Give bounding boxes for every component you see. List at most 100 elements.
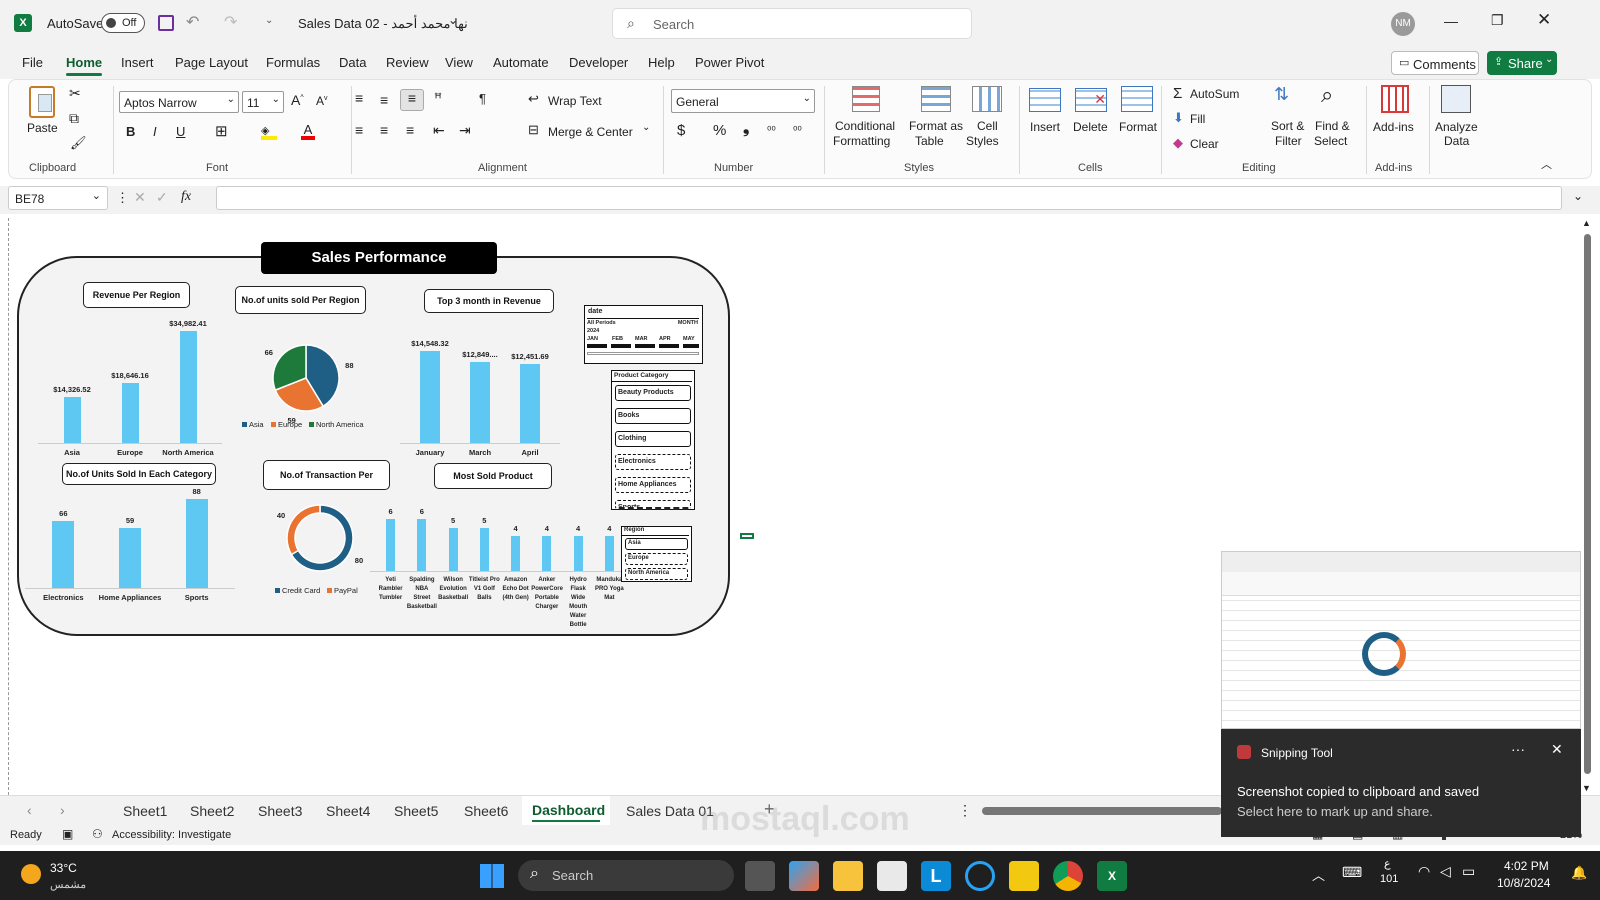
merge-center-button[interactable]: Merge & Center	[548, 125, 633, 139]
date-slicer-mode[interactable]: MONTH	[678, 320, 698, 326]
scroll-up-icon[interactable]: ▲	[1582, 218, 1591, 228]
conditional-formatting-label2[interactable]: Formatting	[833, 134, 890, 148]
timeline-bar[interactable]	[587, 344, 699, 348]
accessibility-icon[interactable]: ⚇	[92, 827, 103, 841]
month-mar[interactable]: MAR	[635, 336, 648, 342]
region-north-america[interactable]: North America	[625, 568, 688, 580]
tab-sheet1[interactable]: Sheet1	[123, 803, 167, 819]
insert-cells-icon[interactable]	[1029, 88, 1061, 112]
find-select-label2[interactable]: Select	[1314, 134, 1347, 148]
collapse-ribbon-icon[interactable]: ︿	[1541, 156, 1552, 172]
font-color-icon[interactable]: A	[301, 122, 315, 140]
menu-formulas[interactable]: Formulas	[266, 55, 320, 70]
product-category-slicer[interactable]: Product Category Beauty Products Books C…	[611, 370, 695, 510]
start-icon[interactable]	[480, 864, 504, 888]
tab-sheet2[interactable]: Sheet2	[190, 803, 234, 819]
menu-view[interactable]: View	[445, 55, 473, 70]
percent-icon[interactable]: %	[713, 122, 726, 139]
format-table-label[interactable]: Format as	[909, 119, 963, 133]
next-sheet-icon[interactable]: ›	[60, 802, 65, 818]
file-explorer-icon[interactable]	[833, 861, 863, 891]
wrap-text-button[interactable]: Wrap Text	[548, 94, 602, 108]
month-feb[interactable]: FEB	[612, 336, 623, 342]
tab-sheet3[interactable]: Sheet3	[258, 803, 302, 819]
cell-styles-label[interactable]: Cell	[977, 119, 998, 133]
menu-developer[interactable]: Developer	[569, 55, 628, 70]
close-icon[interactable]: ✕	[1537, 10, 1551, 30]
keyboard-icon[interactable]: ⌨	[1342, 864, 1362, 881]
region-europe[interactable]: Europe	[625, 553, 688, 565]
category-sports[interactable]: Sports	[615, 500, 691, 510]
category-books[interactable]: Books	[615, 408, 691, 424]
tabs-menu-icon[interactable]: ⋮	[958, 802, 972, 819]
date-slicer[interactable]: date All Periods MONTH 2024 JAN FEB MAR …	[584, 305, 703, 364]
notification-bell-icon[interactable]: 🔔	[1571, 865, 1587, 881]
scroll-down-icon[interactable]: ▼	[1582, 783, 1591, 793]
clock-time[interactable]: 4:02 PM	[1504, 859, 1549, 873]
rtl-icon[interactable]: ¶	[479, 91, 486, 106]
vertical-scrollbar[interactable]: ▲ ▼	[1580, 218, 1594, 795]
analyze-data-label[interactable]: Analyze	[1435, 120, 1478, 134]
decrease-font-icon[interactable]: Av	[316, 94, 328, 108]
autosave-toggle[interactable]: Off	[101, 13, 145, 33]
format-painter-icon[interactable]: 🖌	[70, 135, 87, 151]
clear-icon[interactable]: ◆	[1173, 135, 1183, 151]
cell-styles-icon[interactable]	[972, 86, 1002, 112]
fill-icon[interactable]: ⬇	[1173, 110, 1184, 126]
chrome-icon[interactable]	[1053, 861, 1083, 891]
search-box[interactable]: ⌕ Search	[612, 8, 972, 39]
weather-temp[interactable]: 33°C	[50, 861, 77, 875]
align-right-icon[interactable]: ≡	[406, 122, 414, 138]
delete-cells-label[interactable]: Delete	[1073, 120, 1108, 134]
fx-icon[interactable]: fx	[181, 189, 191, 205]
currency-icon[interactable]: $	[677, 122, 685, 139]
merge-icon[interactable]: ⊟	[528, 122, 539, 138]
clear-button[interactable]: Clear	[1190, 137, 1219, 151]
menu-power-pivot[interactable]: Power Pivot	[695, 55, 764, 70]
taskbar-search[interactable]: ⌕ Search	[518, 860, 734, 891]
conditional-formatting-label[interactable]: Conditional	[835, 119, 895, 133]
menu-help[interactable]: Help	[648, 55, 675, 70]
category-beauty-products[interactable]: Beauty Products	[615, 385, 691, 401]
minimize-icon[interactable]: —	[1444, 13, 1458, 29]
comma-icon[interactable]: ❟	[743, 120, 749, 138]
lang-indicator[interactable]: ع	[1384, 857, 1391, 870]
powerbi-icon[interactable]	[1009, 861, 1039, 891]
sort-filter-label[interactable]: Sort &	[1271, 119, 1304, 133]
tray-chevron-icon[interactable]: ︿	[1312, 865, 1325, 884]
italic-icon[interactable]: I	[153, 124, 157, 139]
clock-date[interactable]: 10/8/2024	[1497, 876, 1550, 890]
menu-page-layout[interactable]: Page Layout	[175, 55, 248, 70]
excel-taskbar-icon[interactable]: X	[1097, 861, 1127, 891]
decrease-decimal-icon[interactable]: ⁰⁰	[793, 124, 802, 137]
sort-filter-label2[interactable]: Filter	[1275, 134, 1302, 148]
align-bottom-icon[interactable]: ≡	[400, 89, 424, 111]
share-button[interactable]: ⇪ Share ⌄	[1487, 51, 1557, 75]
menu-insert[interactable]: Insert	[121, 55, 154, 70]
chevron-down-icon[interactable]: ⌄	[642, 122, 650, 133]
paste-icon[interactable]	[29, 86, 55, 118]
wrap-text-icon[interactable]: ↩	[528, 91, 539, 107]
app-l-icon[interactable]: L	[921, 861, 951, 891]
toast-more-icon[interactable]: ···	[1511, 741, 1525, 757]
cut-icon[interactable]: ✂	[69, 85, 81, 102]
find-select-label[interactable]: Find &	[1315, 119, 1350, 133]
category-clothing[interactable]: Clothing	[615, 431, 691, 447]
region-slicer[interactable]: Region Asia Europe North America	[621, 526, 692, 582]
paste-label[interactable]: Paste	[27, 121, 58, 135]
font-size-select[interactable]: 11 ⌄	[242, 91, 284, 113]
formula-input[interactable]	[216, 186, 1562, 210]
cortana-icon[interactable]	[965, 861, 995, 891]
more-icon[interactable]: ⋮	[116, 190, 129, 206]
copilot-icon[interactable]	[789, 861, 819, 891]
cell-styles-label2[interactable]: Styles	[966, 134, 999, 148]
tab-sheet4[interactable]: Sheet4	[326, 803, 370, 819]
selected-cell-marker[interactable]	[740, 533, 754, 539]
wifi-icon[interactable]: ◠	[1418, 863, 1430, 880]
analyze-data-label2[interactable]: Data	[1444, 134, 1469, 148]
file-title[interactable]: Sales Data 02 - نها محمد أحمد	[298, 16, 468, 32]
category-electronics[interactable]: Electronics	[615, 454, 691, 470]
font-name-select[interactable]: Aptos Narrow ⌄	[119, 91, 239, 113]
accessibility-status[interactable]: Accessibility: Investigate	[112, 829, 231, 841]
autosum-icon[interactable]: Σ	[1173, 85, 1182, 102]
